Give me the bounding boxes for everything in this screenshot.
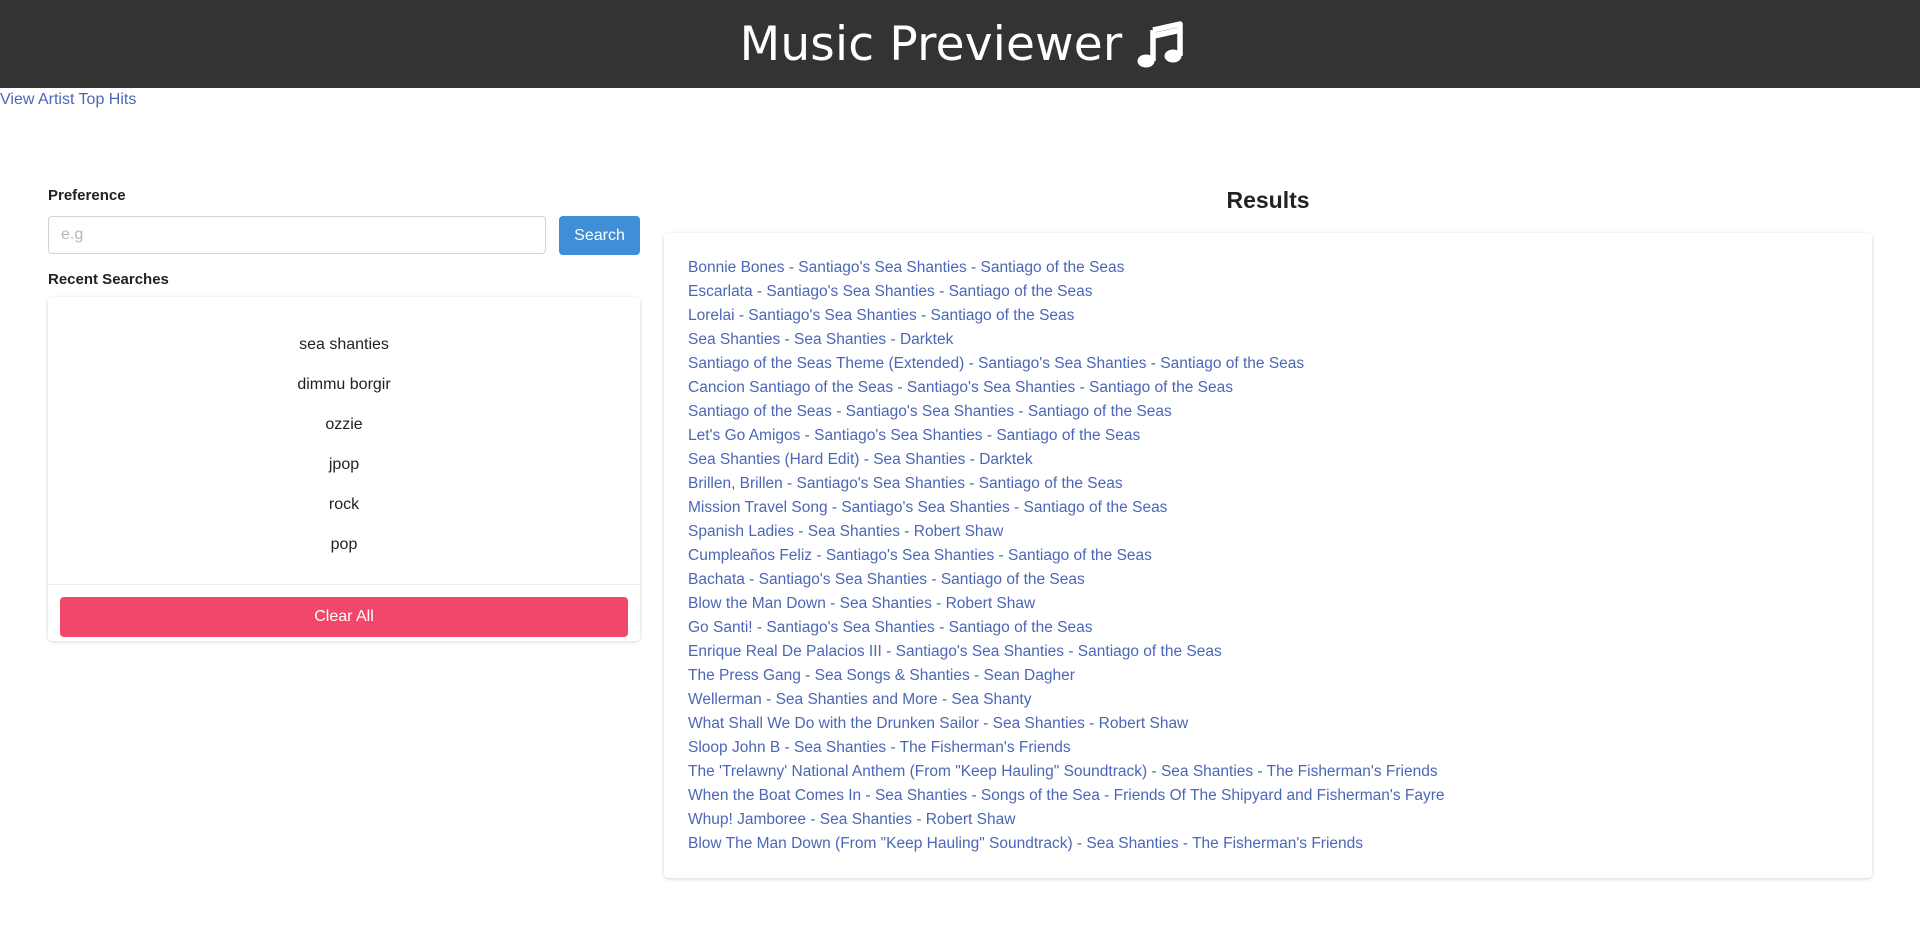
result-link[interactable]: Bonnie Bones - Santiago's Sea Shanties -… (688, 256, 1848, 280)
result-link[interactable]: Enrique Real De Palacios III - Santiago'… (688, 640, 1848, 664)
result-link[interactable]: Santiago of the Seas - Santiago's Sea Sh… (688, 400, 1848, 424)
recent-searches-card: sea shanties dimmu borgir ozzie jpop roc… (48, 297, 640, 641)
result-link[interactable]: Bachata - Santiago's Sea Shanties - Sant… (688, 568, 1848, 592)
card-divider (48, 584, 640, 585)
music-note-icon (1137, 21, 1184, 68)
result-link[interactable]: Cumpleaños Feliz - Santiago's Sea Shanti… (688, 544, 1848, 568)
result-link[interactable]: The 'Trelawny' National Anthem (From "Ke… (688, 760, 1848, 784)
search-button[interactable]: Search (559, 216, 640, 255)
result-link[interactable]: Sea Shanties - Sea Shanties - Darktek (688, 328, 1848, 352)
result-link[interactable]: Let's Go Amigos - Santiago's Sea Shantie… (688, 424, 1848, 448)
result-link[interactable]: Brillen, Brillen - Santiago's Sea Shanti… (688, 472, 1848, 496)
recent-searches-list: sea shanties dimmu borgir ozzie jpop roc… (48, 297, 640, 565)
result-link[interactable]: Blow The Man Down (From "Keep Hauling" S… (688, 832, 1848, 856)
result-link[interactable]: Mission Travel Song - Santiago's Sea Sha… (688, 496, 1848, 520)
result-link[interactable]: Sea Shanties (Hard Edit) - Sea Shanties … (688, 448, 1848, 472)
result-link[interactable]: What Shall We Do with the Drunken Sailor… (688, 712, 1848, 736)
recent-search-item[interactable]: sea shanties (48, 325, 640, 365)
recent-search-item[interactable]: ozzie (48, 405, 640, 445)
recent-searches-label: Recent Searches (48, 271, 169, 288)
view-artist-top-hits-link[interactable]: View Artist Top Hits (0, 88, 1920, 112)
recent-search-item[interactable]: rock (48, 485, 640, 525)
results-card: Bonnie Bones - Santiago's Sea Shanties -… (664, 233, 1872, 878)
recent-search-item[interactable]: jpop (48, 445, 640, 485)
result-link[interactable]: Escarlata - Santiago's Sea Shanties - Sa… (688, 280, 1848, 304)
app-title: Music Previewer (739, 16, 1123, 72)
result-link[interactable]: Lorelai - Santiago's Sea Shanties - Sant… (688, 304, 1848, 328)
result-link[interactable]: Whup! Jamboree - Sea Shanties - Robert S… (688, 808, 1848, 832)
clear-all-button[interactable]: Clear All (60, 597, 628, 637)
preference-label: Preference (48, 187, 126, 204)
app-header: Music Previewer (0, 0, 1920, 88)
results-title: Results (1226, 187, 1310, 213)
result-link[interactable]: When the Boat Comes In - Sea Shanties - … (688, 784, 1848, 808)
result-link[interactable]: Cancion Santiago of the Seas - Santiago'… (688, 376, 1848, 400)
result-link[interactable]: Blow the Man Down - Sea Shanties - Rober… (688, 592, 1848, 616)
result-link[interactable]: Wellerman - Sea Shanties and More - Sea … (688, 688, 1848, 712)
result-link[interactable]: Spanish Ladies - Sea Shanties - Robert S… (688, 520, 1848, 544)
result-link[interactable]: The Press Gang - Sea Songs & Shanties - … (688, 664, 1848, 688)
result-link[interactable]: Sloop John B - Sea Shanties - The Fisher… (688, 736, 1848, 760)
recent-search-item[interactable]: pop (48, 525, 640, 565)
results-list: Bonnie Bones - Santiago's Sea Shanties -… (688, 256, 1848, 856)
result-link[interactable]: Santiago of the Seas Theme (Extended) - … (688, 352, 1848, 376)
header-title-group: Music Previewer (740, 17, 1187, 72)
main-content: Preference Search Recent Searches sea sh… (0, 112, 1920, 878)
recent-search-item[interactable]: dimmu borgir (48, 365, 640, 405)
result-link[interactable]: Go Santi! - Santiago's Sea Shanties - Sa… (688, 616, 1848, 640)
preference-input[interactable] (48, 216, 546, 254)
